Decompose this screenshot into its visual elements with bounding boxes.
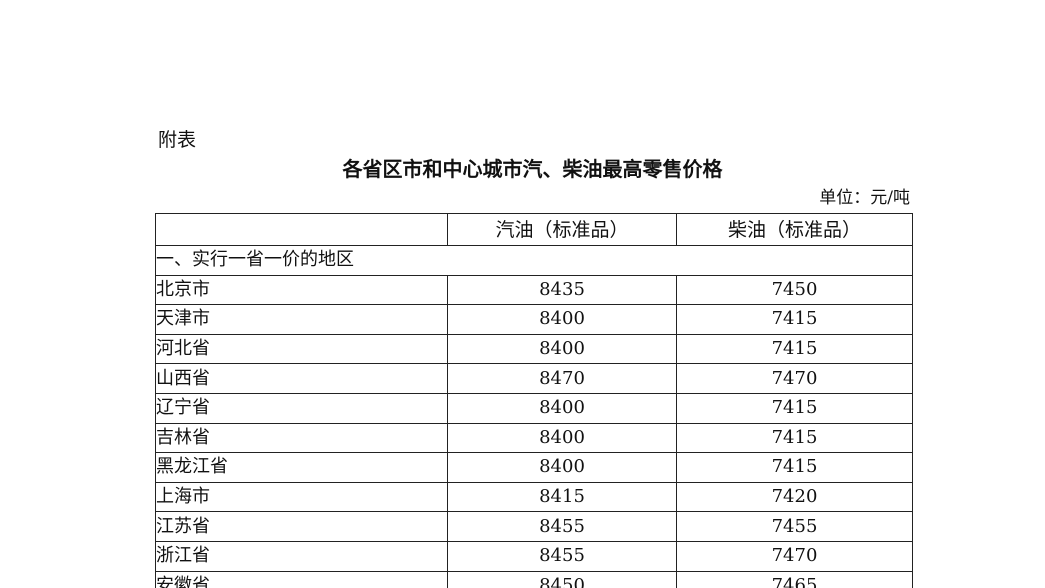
gasoline-price-cell: 8400 bbox=[447, 392, 677, 424]
section-row: 一、实行一省一价的地区 bbox=[155, 245, 913, 276]
gasoline-price-cell: 8455 bbox=[447, 540, 677, 572]
appendix-label: 附表 bbox=[158, 129, 197, 151]
table-row: 辽宁省 8400 7415 bbox=[155, 392, 913, 424]
column-header-region bbox=[155, 213, 448, 246]
diesel-price-cell: 7455 bbox=[676, 511, 913, 542]
table-row: 吉林省 8400 7415 bbox=[155, 422, 913, 454]
region-name-cell: 黑龙江省 bbox=[155, 452, 448, 483]
region-name-cell: 上海市 bbox=[155, 481, 448, 513]
table-row: 河北省 8400 7415 bbox=[155, 333, 913, 365]
table-row: 浙江省 8455 7470 bbox=[155, 540, 913, 572]
section-label: 一、实行一省一价的地区 bbox=[155, 245, 913, 276]
gasoline-price-cell: 8435 bbox=[447, 274, 677, 306]
column-header-gasoline: 汽油（标准品） bbox=[447, 213, 677, 246]
region-name-cell: 安徽省 bbox=[155, 570, 448, 588]
gasoline-price-cell: 8415 bbox=[447, 481, 677, 513]
document-title: 各省区市和中心城市汽、柴油最高零售价格 bbox=[342, 157, 723, 181]
table-row: 北京市 8435 7450 bbox=[155, 274, 913, 306]
gasoline-price-cell: 8450 bbox=[447, 570, 677, 588]
table-row: 江苏省 8455 7455 bbox=[155, 511, 913, 542]
gasoline-price-cell: 8400 bbox=[447, 422, 677, 454]
gasoline-price-cell: 8470 bbox=[447, 363, 677, 394]
diesel-price-cell: 7415 bbox=[676, 452, 913, 483]
diesel-price-cell: 7470 bbox=[676, 363, 913, 394]
table-row: 黑龙江省 8400 7415 bbox=[155, 452, 913, 483]
region-name-cell: 山西省 bbox=[155, 363, 448, 394]
region-name-cell: 浙江省 bbox=[155, 540, 448, 572]
region-name-cell: 辽宁省 bbox=[155, 392, 448, 424]
region-name-cell: 河北省 bbox=[155, 333, 448, 365]
gasoline-price-cell: 8400 bbox=[447, 452, 677, 483]
region-name-cell: 江苏省 bbox=[155, 511, 448, 542]
table-row: 安徽省 8450 7465 bbox=[155, 570, 913, 588]
region-name-cell: 北京市 bbox=[155, 274, 448, 306]
diesel-price-cell: 7415 bbox=[676, 392, 913, 424]
unit-label: 单位：元/吨 bbox=[819, 188, 910, 208]
table-row: 天津市 8400 7415 bbox=[155, 304, 913, 335]
table-row: 山西省 8470 7470 bbox=[155, 363, 913, 394]
column-header-diesel: 柴油（标准品） bbox=[676, 213, 913, 246]
diesel-price-cell: 7465 bbox=[676, 570, 913, 588]
document-page: 附表 各省区市和中心城市汽、柴油最高零售价格 单位：元/吨 汽油（标准品） 柴油… bbox=[0, 0, 1045, 588]
diesel-price-cell: 7415 bbox=[676, 333, 913, 365]
price-table: 汽油（标准品） 柴油（标准品） 一、实行一省一价的地区 北京市 8435 7450 天… bbox=[155, 213, 913, 588]
table-row: 上海市 8415 7420 bbox=[155, 481, 913, 513]
region-name-cell: 天津市 bbox=[155, 304, 448, 335]
diesel-price-cell: 7415 bbox=[676, 304, 913, 335]
table-header-row: 汽油（标准品） 柴油（标准品） bbox=[155, 213, 913, 246]
diesel-price-cell: 7450 bbox=[676, 274, 913, 306]
diesel-price-cell: 7420 bbox=[676, 481, 913, 513]
diesel-price-cell: 7470 bbox=[676, 540, 913, 572]
gasoline-price-cell: 8400 bbox=[447, 304, 677, 335]
region-name-cell: 吉林省 bbox=[155, 422, 448, 454]
gasoline-price-cell: 8400 bbox=[447, 333, 677, 365]
diesel-price-cell: 7415 bbox=[676, 422, 913, 454]
gasoline-price-cell: 8455 bbox=[447, 511, 677, 542]
